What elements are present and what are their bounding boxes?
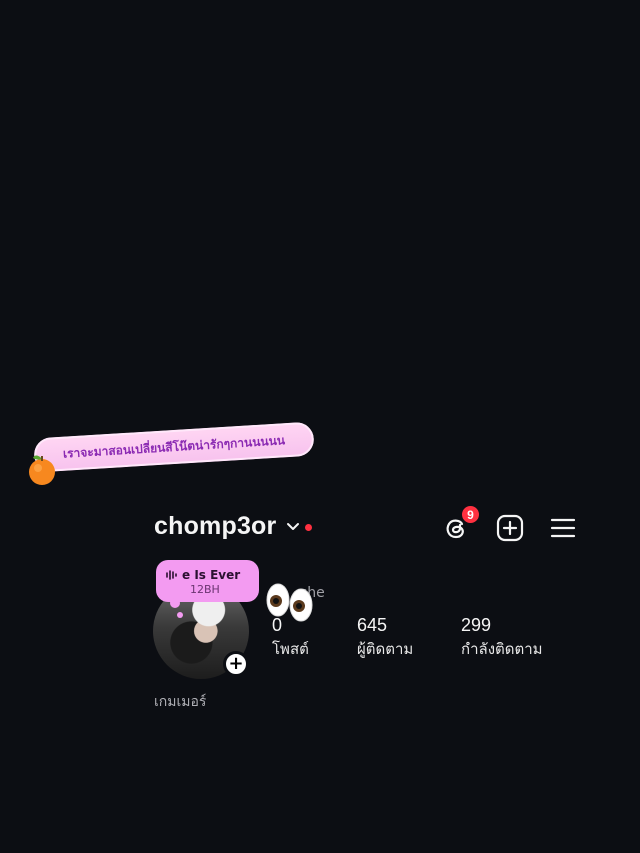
note-tail-small [177,612,183,618]
following-count[interactable]: 299 [461,615,491,636]
sound-wave-icon [166,570,177,580]
followers-label[interactable]: ผู้ติดตาม [357,637,413,661]
tutorial-sticker: เราจะมาสอนเปลี่ยนสีโน๊ตน่ารักๆกานนนนน [33,421,315,473]
chevron-down-icon[interactable] [286,522,300,532]
add-story-button[interactable]: + [223,651,249,677]
profile-username[interactable]: chomp3or [154,512,276,541]
status-dot [305,524,312,531]
notification-badge[interactable]: 9 [460,504,481,525]
menu-icon[interactable] [550,516,576,540]
note-artist: 12BH [190,583,220,596]
following-label[interactable]: กำลังติดตาม [461,637,543,661]
note-song-title: e Is Ever [182,568,241,582]
orange-emoji-icon [29,455,55,485]
note-tail [170,598,180,608]
sticker-text: เราจะมาสอนเปลี่ยนสีโน๊ตน่ารักๆกานนนนน [62,432,286,461]
profile-bio: เกมเมอร์ [154,694,207,710]
posts-label[interactable]: โพสต์ [272,637,309,661]
add-post-icon[interactable] [496,514,524,542]
plus-icon: + [228,653,244,674]
followers-count[interactable]: 645 [357,615,387,636]
posts-count[interactable]: 0 [272,615,282,636]
